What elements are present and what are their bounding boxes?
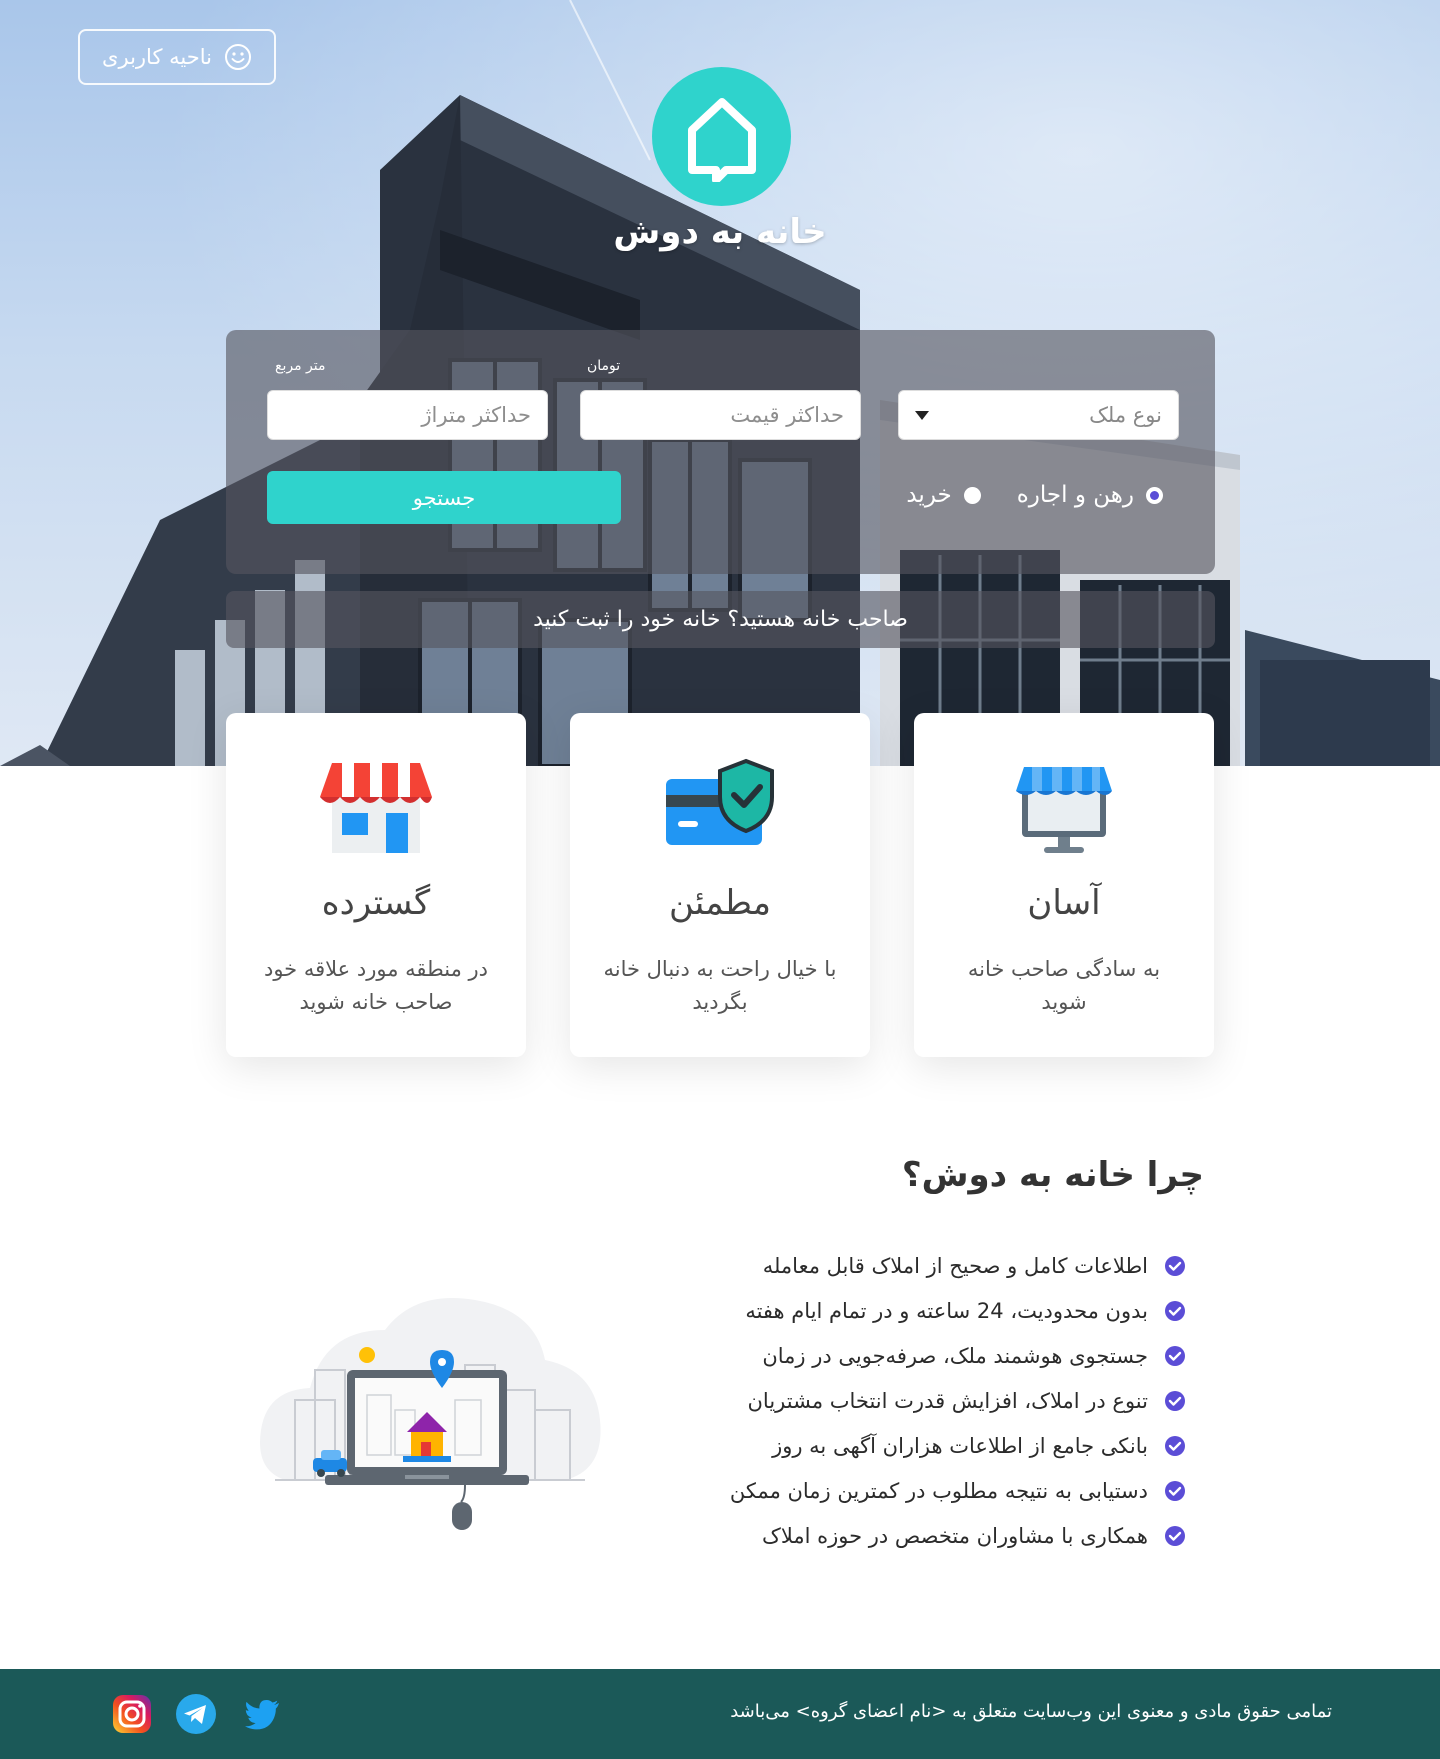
radio-rent-dot[interactable] — [1146, 486, 1163, 504]
monitor-store-icon — [1016, 767, 1112, 853]
radio-buy-dot[interactable] — [963, 486, 981, 504]
feature-title: مطمئن — [669, 883, 771, 923]
check-circle-icon — [1165, 1345, 1185, 1366]
property-type-select[interactable]: نوع ملک — [898, 390, 1179, 440]
max-area-input[interactable] — [284, 403, 531, 427]
store-icon — [320, 763, 432, 853]
feature-text: به سادگی صاحب خانه شوید — [967, 957, 1161, 1014]
check-circle-icon — [1165, 1255, 1185, 1276]
list-item-text: بانکی جامع از اطلاعات هزاران آگهی به روز — [772, 1433, 1148, 1458]
check-circle-icon — [1165, 1390, 1185, 1411]
radio-rent-label: رهن و اجاره — [1016, 482, 1134, 508]
city-laptop-illustration — [260, 1298, 601, 1530]
list-item-text: جستجوی هوشمند ملک، صرفه‌جویی در زمان — [762, 1343, 1148, 1368]
check-circle-icon — [1165, 1480, 1185, 1501]
list-item-text: دستیابی به نتیجه مطلوب در کمترین زمان مم… — [729, 1478, 1148, 1503]
list-item: بانکی جامع از اطلاعات هزاران آگهی به روز — [730, 1423, 1186, 1468]
instagram-icon[interactable] — [111, 1693, 153, 1735]
footer: تمامی حقوق مادی و معنوی این وب‌سایت متعل… — [0, 1669, 1440, 1759]
max-area-field[interactable] — [267, 390, 548, 440]
why-list: اطلاعات کامل و صحیح از املاک قابل معامله… — [730, 1243, 1186, 1558]
feature-card-secure: مطمئن با خیال راحت به دنبال خانه بگردید — [570, 713, 870, 1057]
house-icon — [687, 97, 756, 182]
radio-buy[interactable]: خرید — [906, 482, 981, 508]
chevron-down-icon — [915, 410, 929, 420]
feature-text: در منطقه مورد علاقه خود صاحب خانه شوید — [263, 957, 489, 1014]
telegram-icon[interactable] — [175, 1693, 217, 1735]
shield-card-icon — [666, 758, 774, 845]
feature-title: گسترده — [321, 883, 431, 923]
property-type-placeholder: نوع ملک — [1089, 403, 1162, 427]
deal-type-radio-group: رهن و اجاره خرید — [906, 482, 1163, 508]
area-unit-label: متر مربع — [275, 358, 326, 374]
check-circle-icon — [1165, 1435, 1185, 1456]
list-item: اطلاعات کامل و صحیح از املاک قابل معامله — [730, 1243, 1186, 1288]
list-item-text: تنوع در املاک، افزایش قدرت انتخاب مشتریا… — [747, 1388, 1149, 1413]
hero-section: ناحیه کاربری خانه به دوش تومان متر مربع … — [0, 0, 1440, 766]
check-circle-icon — [1165, 1525, 1185, 1546]
search-button[interactable]: جستجو — [267, 471, 621, 524]
list-item-text: همکاری با مشاوران متخصص در حوزه املاک — [762, 1523, 1148, 1548]
max-price-field[interactable] — [580, 390, 861, 440]
twitter-icon[interactable] — [241, 1693, 283, 1735]
list-item: تنوع در املاک، افزایش قدرت انتخاب مشتریا… — [730, 1378, 1186, 1423]
register-home-link[interactable]: صاحب خانه هستید؟ خانه خود را ثبت کنید — [226, 591, 1215, 648]
list-item: همکاری با مشاوران متخصص در حوزه املاک — [730, 1513, 1186, 1558]
list-item-text: بدون محدودیت، 24 ساعته و در تمام ایام هف… — [745, 1298, 1148, 1323]
smile-icon — [224, 44, 251, 70]
list-item: بدون محدودیت، 24 ساعته و در تمام ایام هف… — [730, 1288, 1186, 1333]
logo[interactable] — [652, 67, 791, 206]
copyright-text: تمامی حقوق مادی و معنوی این وب‌سایت متعل… — [730, 1701, 1332, 1722]
search-panel: تومان متر مربع نوع ملک رهن و اجاره خرید … — [226, 330, 1215, 574]
feature-title: آسان — [1027, 883, 1101, 923]
max-price-input[interactable] — [597, 403, 844, 427]
user-area-label: ناحیه کاربری — [102, 45, 212, 69]
list-item-text: اطلاعات کامل و صحیح از املاک قابل معامله — [762, 1253, 1148, 1278]
feature-text: با خیال راحت به دنبال خانه بگردید — [603, 957, 837, 1014]
feature-card-easy: آسان به سادگی صاحب خانه شوید — [914, 713, 1214, 1057]
feature-card-wide: گسترده در منطقه مورد علاقه خود صاحب خانه… — [226, 713, 526, 1057]
brand-name: خانه به دوش — [613, 212, 827, 252]
price-unit-label: تومان — [587, 358, 621, 374]
radio-rent[interactable]: رهن و اجاره — [1017, 482, 1163, 508]
why-title: چرا خانه به دوش؟ — [901, 1155, 1204, 1195]
check-circle-icon — [1165, 1300, 1185, 1321]
user-area-button[interactable]: ناحیه کاربری — [78, 29, 276, 85]
list-item: جستجوی هوشمند ملک، صرفه‌جویی در زمان — [730, 1333, 1186, 1378]
list-item: دستیابی به نتیجه مطلوب در کمترین زمان مم… — [730, 1468, 1186, 1513]
radio-buy-label: خرید — [906, 482, 952, 508]
